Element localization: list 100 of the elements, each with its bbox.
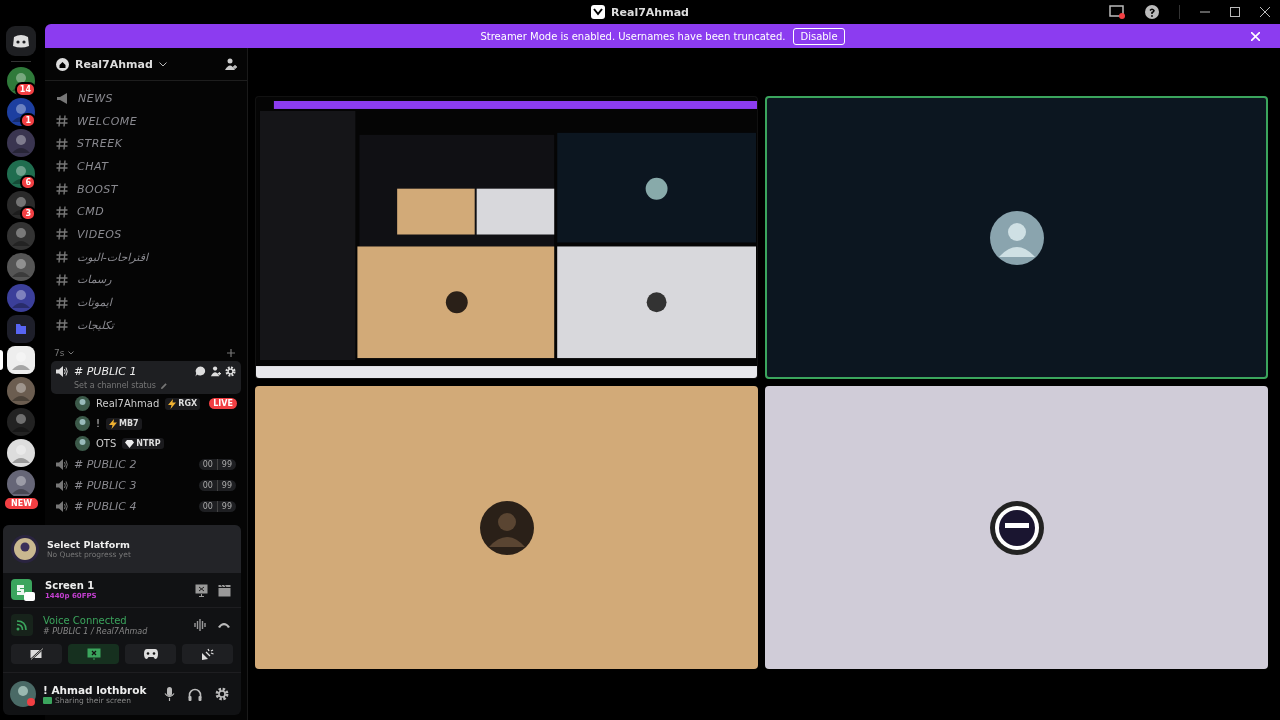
server-icon[interactable]	[7, 346, 35, 374]
hashtag-icon	[56, 115, 68, 128]
channel-status[interactable]: Set a channel status	[74, 381, 156, 391]
voice-action-button[interactable]	[182, 644, 233, 664]
live-badge: LIVE	[209, 398, 237, 410]
avatar	[989, 500, 1044, 555]
channel-item[interactable]: WELCOME	[51, 109, 241, 133]
category-name[interactable]: 7s	[54, 347, 65, 358]
screen-preview-icon	[11, 579, 35, 601]
banner-text: Streamer Mode is enabled. Usernames have been truncated.	[480, 30, 786, 42]
lightning-icon	[109, 418, 117, 429]
voice-channel-path[interactable]: # PUBLIC 1 / Real7Ahmad	[43, 626, 184, 636]
server-name[interactable]: Real7Ahmad	[75, 57, 153, 71]
voice-member[interactable]: ! MB7	[51, 413, 241, 434]
disable-button[interactable]: Disable	[793, 27, 845, 45]
add-member-icon[interactable]	[224, 57, 237, 71]
avatar	[75, 416, 90, 432]
headphones-icon[interactable]	[188, 687, 202, 701]
hashtag-icon	[56, 296, 68, 309]
video-tile[interactable]	[765, 386, 1268, 669]
username[interactable]: ! Ahmad lothbrok	[43, 683, 151, 696]
maximize-icon[interactable]	[1230, 7, 1240, 17]
selection-pill	[0, 350, 3, 370]
clapperboard-icon[interactable]	[218, 583, 231, 597]
voice-channel[interactable]: # PUBLIC 3 00 99	[51, 474, 241, 496]
voice-channel[interactable]: # PUBLIC 2 00 99	[51, 453, 241, 475]
voice-action-button[interactable]	[11, 644, 62, 664]
speaker-icon	[56, 500, 68, 512]
voice-status[interactable]: Voice Connected	[43, 614, 184, 626]
soundboard-icon	[201, 647, 214, 661]
gamepad-icon	[143, 649, 158, 659]
voice-member[interactable]: OTS NTRP	[51, 433, 241, 454]
server-icon[interactable]	[7, 439, 35, 467]
discord-logo-icon[interactable]	[6, 26, 36, 56]
voice-channel[interactable]: # PUBLIC 1 Set a channel status	[51, 360, 241, 394]
hang-up-icon[interactable]	[217, 621, 231, 629]
channel-item[interactable]: اقتراحات-البوت	[51, 245, 241, 269]
stop-screen-share-icon[interactable]	[195, 583, 208, 597]
pencil-icon[interactable]	[159, 381, 168, 390]
channel-item[interactable]: CMD	[51, 200, 241, 224]
connection-icon	[11, 614, 33, 636]
help-icon[interactable]	[1145, 5, 1159, 19]
user-limit-badge: 00 99	[198, 458, 236, 470]
channel-item[interactable]: BOOST	[51, 177, 241, 201]
user-limit-badge: 00 99	[198, 500, 236, 512]
voice-channel[interactable]: # PUBLIC 4 00 99	[51, 495, 241, 517]
channel-item[interactable]: VIDEOS	[51, 223, 241, 246]
hashtag-icon	[56, 273, 68, 286]
stream-title: Screen 1	[45, 580, 96, 591]
chevron-down-icon[interactable]	[158, 61, 167, 67]
voice-action-button[interactable]	[125, 644, 176, 664]
chevron-down-icon[interactable]	[68, 350, 75, 355]
channel-item[interactable]: رسمات	[51, 268, 241, 292]
home-icon	[56, 57, 69, 71]
screen-share-icon[interactable]	[1109, 5, 1125, 19]
hashtag-icon	[56, 319, 68, 332]
lightning-icon	[168, 398, 177, 409]
screen-icon	[43, 696, 52, 704]
avatar	[11, 535, 39, 563]
avatar	[75, 436, 90, 452]
close-icon[interactable]	[1260, 7, 1270, 17]
add-channel-icon[interactable]	[227, 348, 235, 357]
channel-item[interactable]: NEWS	[51, 87, 241, 110]
camera-off-icon	[29, 648, 44, 660]
server-icon[interactable]	[7, 253, 35, 281]
voice-member[interactable]: Real7Ahmad RGX LIVE	[51, 393, 241, 414]
speaker-icon	[56, 479, 68, 491]
avatar	[989, 210, 1044, 265]
channel-item[interactable]: CHAT	[51, 155, 241, 178]
add-member-icon[interactable]	[210, 365, 221, 377]
channel-item[interactable]: STREEK	[51, 132, 241, 156]
microphone-icon[interactable]	[164, 687, 175, 701]
sound-wave-icon[interactable]	[194, 619, 207, 631]
clan-tag: MB7	[106, 417, 142, 430]
settings-icon[interactable]	[225, 365, 236, 377]
speaker-icon	[56, 458, 68, 470]
speaker-icon	[56, 365, 68, 377]
channel-item[interactable]: تكليجات	[51, 313, 241, 337]
hashtag-icon	[56, 251, 68, 264]
settings-icon[interactable]	[215, 687, 229, 701]
avatar	[75, 396, 90, 412]
server-icon[interactable]	[7, 470, 35, 498]
app-logo-icon	[591, 5, 606, 19]
folder-icon[interactable]	[7, 315, 35, 343]
quest-title[interactable]: Select Platform	[47, 539, 131, 550]
hashtag-icon	[56, 137, 68, 150]
hashtag-icon	[56, 160, 68, 173]
video-tile[interactable]	[765, 96, 1268, 379]
unread-badge: 1	[20, 113, 36, 128]
channel-item[interactable]: ايموتات	[51, 291, 241, 314]
avatar	[479, 500, 534, 555]
unread-badge: 6	[20, 175, 36, 190]
chat-bubble-icon[interactable]	[195, 365, 206, 377]
screen-share-icon	[86, 648, 101, 660]
clan-tag: RGX	[165, 397, 201, 410]
unread-badge: NEW	[3, 496, 40, 511]
video-tile[interactable]	[255, 386, 758, 669]
server-icon[interactable]	[7, 377, 35, 405]
unread-badge: 14	[14, 82, 36, 97]
avatar[interactable]	[10, 681, 36, 707]
